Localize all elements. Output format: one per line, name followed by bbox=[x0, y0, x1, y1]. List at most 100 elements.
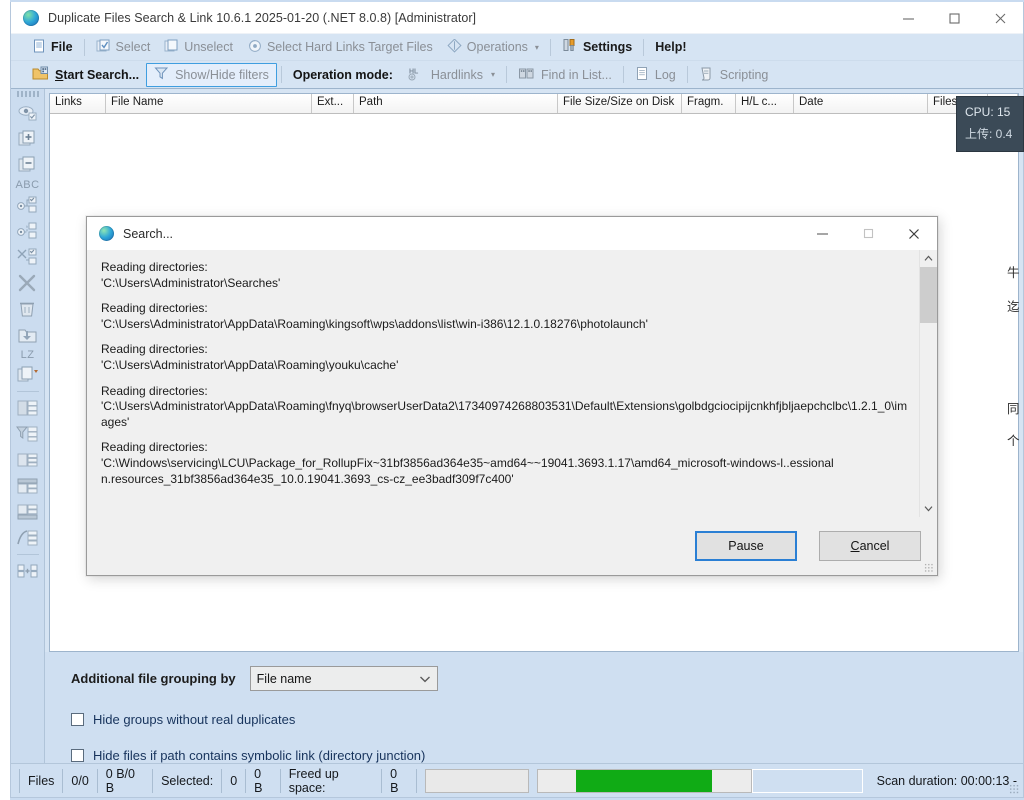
group-rows-icon[interactable] bbox=[14, 396, 42, 420]
dialog-scrollbar[interactable] bbox=[919, 250, 936, 517]
log-entry-header: Reading directories: bbox=[101, 342, 913, 358]
status-files-count: 0/0 bbox=[63, 769, 97, 793]
column-header-file-name[interactable]: File Name bbox=[106, 94, 312, 113]
abc-sort-icon[interactable]: ABC bbox=[15, 179, 39, 191]
chevron-down-icon-operation-mode[interactable]: ▾ bbox=[491, 70, 495, 79]
dialog-scrollbar-thumb[interactable] bbox=[920, 267, 937, 323]
column-header-ext[interactable]: Ext... bbox=[312, 94, 354, 113]
rail-drag-handle[interactable] bbox=[17, 91, 39, 97]
log-entry-path: 'C:\Users\Administrator\Searches' bbox=[101, 276, 913, 292]
log-entry: Reading directories: 'C:\Windows\servici… bbox=[101, 440, 913, 487]
log-entry: Reading directories: 'C:\Users\Administr… bbox=[101, 342, 913, 373]
window-titlebar: Duplicate Files Search & Link 10.6.1 202… bbox=[11, 2, 1023, 34]
column-header-file-size[interactable]: File Size/Size on Disk bbox=[558, 94, 682, 113]
show-hide-filters-button[interactable]: Show/Hide filters bbox=[146, 63, 277, 87]
operation-mode-dropdown[interactable]: HL Hardlinks ▾ bbox=[400, 64, 502, 86]
scroll-down-arrow-icon[interactable] bbox=[920, 500, 937, 517]
menu-item-operations[interactable]: Operations ▾ bbox=[440, 35, 546, 59]
pause-button[interactable]: Pause bbox=[695, 531, 797, 561]
collapse-rows-icon[interactable] bbox=[14, 448, 42, 472]
app-root: Duplicate Files Search & Link 10.6.1 202… bbox=[0, 0, 1024, 800]
lz-compress-icon[interactable]: LZ bbox=[21, 349, 35, 361]
menu-item-select[interactable]: Select bbox=[89, 35, 158, 59]
menu-item-unselect[interactable]: Unselect bbox=[157, 35, 240, 59]
recycle-bin-icon[interactable] bbox=[14, 297, 42, 321]
document-icon bbox=[32, 39, 46, 56]
grid-match-icon[interactable] bbox=[14, 559, 42, 583]
menu-item-file[interactable]: File bbox=[25, 35, 80, 59]
hardlink-hl-icon: HL bbox=[407, 66, 425, 84]
menubar: File Select Unselect Select Hard Link bbox=[11, 34, 1023, 61]
add-copies-icon[interactable] bbox=[14, 127, 42, 151]
cancel-rest: ancel bbox=[860, 539, 890, 553]
chevron-down-icon[interactable]: ▾ bbox=[535, 43, 539, 52]
preview-eye-icon[interactable] bbox=[14, 101, 42, 125]
start-search-button[interactable]: Start Search... bbox=[25, 64, 146, 86]
column-header-path[interactable]: Path bbox=[354, 94, 558, 113]
grouping-combobox[interactable]: File name bbox=[250, 666, 438, 691]
status-bar: Files 0/0 0 B/0 B Selected: 0 0 B Freed … bbox=[11, 763, 1023, 797]
dialog-button-bar: Pause Cancel bbox=[87, 517, 937, 575]
hide-symlink-checkbox-row[interactable]: Hide files if path contains symbolic lin… bbox=[71, 748, 1023, 763]
dialog-maximize-button bbox=[845, 217, 891, 250]
toolbar-separator-2 bbox=[506, 66, 507, 83]
link-select-icon[interactable] bbox=[14, 193, 42, 217]
column-header-fragm[interactable]: Fragm. bbox=[682, 94, 736, 113]
toolbar-separator-4 bbox=[687, 66, 688, 83]
column-header-links[interactable]: Links bbox=[50, 94, 106, 113]
log-entry-header: Reading directories: bbox=[101, 260, 913, 276]
hide-symlink-checkbox[interactable] bbox=[71, 749, 84, 762]
expand-bottom-icon[interactable] bbox=[14, 500, 42, 524]
menu-item-help[interactable]: Help! bbox=[648, 35, 693, 59]
expand-top-icon[interactable] bbox=[14, 474, 42, 498]
grouping-row: Additional file grouping by File name bbox=[71, 666, 1023, 691]
edge-cjk-1: 牛 bbox=[1007, 262, 1023, 281]
move-to-folder-icon[interactable] bbox=[14, 323, 42, 347]
operation-mode-value: Hardlinks bbox=[431, 68, 483, 82]
dialog-close-button[interactable] bbox=[891, 217, 937, 250]
scripting-button[interactable]: Scripting bbox=[692, 64, 776, 86]
filter-rows-icon[interactable] bbox=[14, 422, 42, 446]
menu-label-operations: Operations bbox=[467, 40, 528, 54]
cpu-monitor-overlay[interactable]: CPU: 15 上传: 0.4 bbox=[956, 96, 1024, 152]
remove-copies-icon[interactable] bbox=[14, 153, 42, 177]
options-panel: Additional file grouping by File name Hi… bbox=[45, 652, 1023, 763]
tools-icon bbox=[562, 38, 578, 56]
dialog-minimize-button[interactable] bbox=[799, 217, 845, 250]
resize-grip[interactable] bbox=[1009, 784, 1019, 794]
app-globe-icon-dialog bbox=[99, 226, 114, 241]
status-files-label: Files bbox=[19, 769, 63, 793]
maximize-button[interactable] bbox=[931, 2, 977, 34]
dialog-titlebar: Search... bbox=[87, 217, 937, 250]
funnel-icon bbox=[154, 66, 169, 83]
dialog-log-area[interactable]: Reading directories: 'C:\Users\Administr… bbox=[87, 250, 937, 517]
curve-rows-icon[interactable] bbox=[14, 526, 42, 550]
scroll-up-arrow-icon[interactable] bbox=[920, 250, 937, 267]
scripting-label: Scripting bbox=[720, 68, 769, 82]
log-entry: Reading directories: 'C:\Users\Administr… bbox=[101, 384, 913, 431]
hide-groups-label: Hide groups without real duplicates bbox=[93, 712, 295, 727]
chevron-down-icon-grouping[interactable] bbox=[419, 672, 431, 686]
minimize-button[interactable] bbox=[885, 2, 931, 34]
column-header-hl-count[interactable]: H/L c... bbox=[736, 94, 794, 113]
hide-groups-checkbox-row[interactable]: Hide groups without real duplicates bbox=[71, 712, 1023, 727]
delete-x-icon[interactable] bbox=[14, 271, 42, 295]
log-button[interactable]: Log bbox=[628, 64, 683, 86]
hide-groups-checkbox[interactable] bbox=[71, 713, 84, 726]
copy-dropdown-icon[interactable] bbox=[14, 363, 42, 387]
menu-item-settings[interactable]: Settings bbox=[555, 35, 639, 59]
start-search-label: Start Search... bbox=[55, 68, 139, 82]
link-unselect-icon[interactable] bbox=[14, 219, 42, 243]
operation-mode-label: Operation mode: bbox=[286, 64, 400, 86]
find-in-list-button[interactable]: Find in List... bbox=[511, 64, 619, 86]
dialog-resize-grip[interactable] bbox=[924, 563, 933, 572]
log-document-icon bbox=[635, 66, 649, 84]
menu-label-select-hard-links: Select Hard Links Target Files bbox=[267, 40, 433, 54]
dialog-scrollbar-track[interactable] bbox=[920, 267, 937, 500]
close-button[interactable] bbox=[977, 2, 1023, 34]
cancel-button[interactable]: Cancel bbox=[819, 531, 921, 561]
column-header-date[interactable]: Date bbox=[794, 94, 928, 113]
cut-link-icon[interactable] bbox=[14, 245, 42, 269]
find-in-list-label: Find in List... bbox=[541, 68, 612, 82]
menu-item-select-hard-links-target-files[interactable]: Select Hard Links Target Files bbox=[240, 35, 440, 59]
